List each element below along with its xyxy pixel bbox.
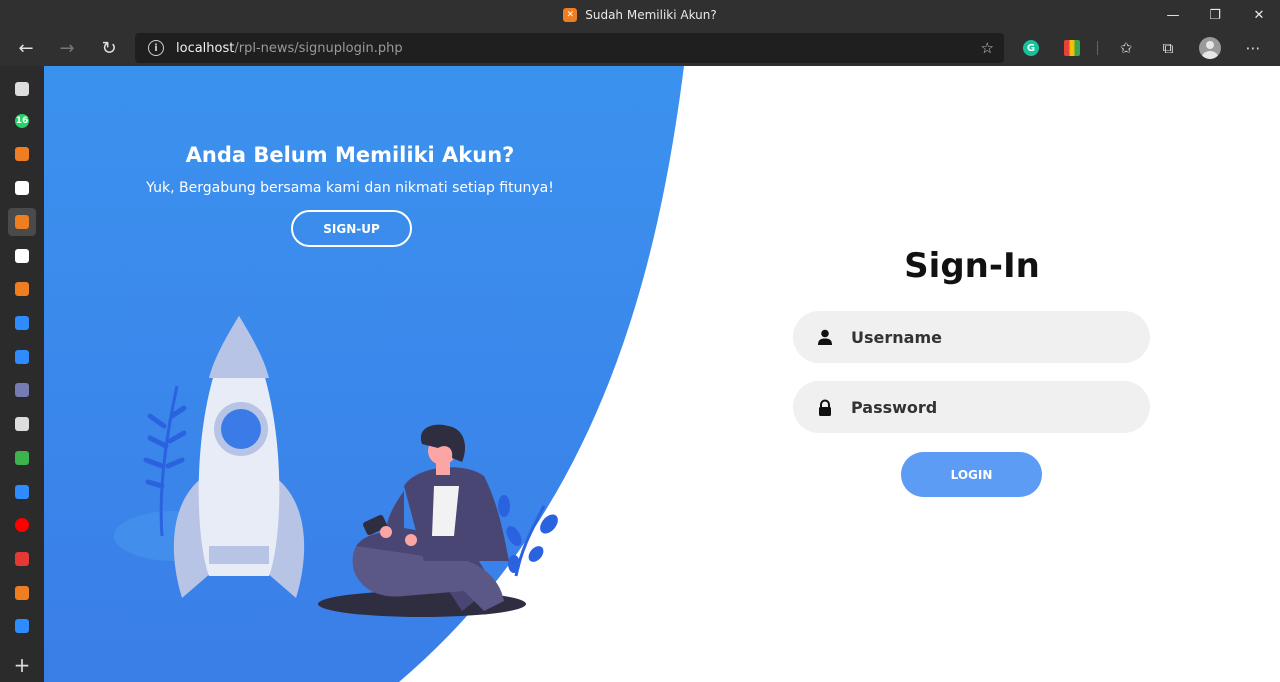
favorites-button[interactable]: ✩ [1114,36,1138,60]
lock-icon [815,399,835,416]
bing-icon [15,619,29,633]
toolbar-divider [1097,41,1098,55]
window-title: ✕ Sudah Memiliki Akun? [0,0,1280,30]
sidebar-item-app-orange-2[interactable] [8,275,36,303]
refresh-button[interactable]: ↻ [94,33,124,63]
add-favorite-icon[interactable]: ☆ [981,39,994,57]
sidebar-item-xampp[interactable] [8,579,36,607]
collections-icon: ⧉ [1162,39,1174,57]
address-bar[interactable]: i localhost/rpl-news/signuplogin.php ☆ [135,33,1004,63]
xampp-icon [15,586,29,600]
browser-toolbar: ← → ↻ i localhost/rpl-news/signuplogin.p… [0,30,1280,66]
extension-icon [1064,40,1080,56]
app-icon-orange-2 [15,282,29,296]
pdf-icon [15,552,29,566]
app-icon-orange [15,147,29,161]
password-field[interactable]: Password [793,381,1150,433]
sidebar-item-bing[interactable] [8,612,36,640]
panel-subtitle: Yuk, Bergabung bersama kami dan nikmati … [146,180,554,196]
bing-icon [15,316,29,330]
close-window-button[interactable]: ✕ [1239,0,1279,30]
username-placeholder: Username [851,327,942,347]
sidebar-item-bing[interactable] [8,478,36,506]
forward-button[interactable]: → [52,33,82,63]
sidebar-item-bing[interactable] [8,343,36,371]
extension-button[interactable] [1060,36,1084,60]
avatar-icon [1199,37,1221,59]
bing-icon [15,350,29,364]
sign-in-title: Sign-In [904,246,1040,286]
sidebar-item-github[interactable] [8,174,36,202]
sidebar-item-youtube[interactable] [8,511,36,539]
user-icon [815,329,835,345]
xampp-icon [15,215,29,229]
favorites-icon: ✩ [1119,39,1133,57]
sidebar-add-button[interactable]: + [8,651,36,679]
w-app-icon [15,451,29,465]
sidebar: 16 + [0,66,44,682]
more-icon: ⋯ [1245,39,1261,57]
sidebar-item-pdf[interactable] [8,545,36,573]
bing-icon [15,485,29,499]
sidebar-item-whatsapp[interactable]: 16 [8,107,36,135]
sidebar-item-document[interactable] [8,410,36,438]
profile-button[interactable] [1198,36,1222,60]
username-field[interactable]: Username [793,311,1150,363]
sidebar-item-w-app[interactable] [8,444,36,472]
grammarly-extension-button[interactable]: G [1019,36,1043,60]
settings-menu-button[interactable]: ⋯ [1241,36,1265,60]
password-placeholder: Password [851,397,938,417]
sidebar-item-bing[interactable] [8,309,36,337]
whatsapp-icon: 16 [15,114,29,128]
title-bar: ✕ Sudah Memiliki Akun? — ❐ ✕ [0,0,1280,30]
document-icon [15,417,29,431]
minimize-button[interactable]: — [1153,0,1193,30]
youtube-icon [15,518,29,532]
url-text: localhost/rpl-news/signuplogin.php [176,40,403,56]
back-button[interactable]: ← [11,33,41,63]
github-icon [15,181,29,195]
restore-button[interactable]: ❐ [1195,0,1235,30]
tab-actions-icon [15,82,29,96]
login-button[interactable]: LOGIN [901,452,1042,497]
grammarly-icon: G [1023,40,1039,56]
page-content: Anda Belum Memiliki Akun? Yuk, Bergabung… [44,66,1280,682]
xampp-icon: ✕ [563,8,578,22]
php-icon [15,383,29,397]
sidebar-item-tab-actions[interactable] [8,75,36,103]
site-info-icon[interactable]: i [148,40,164,56]
sidebar-item-app-orange[interactable] [8,140,36,168]
l-app-icon [15,249,29,263]
window-title-text: Sudah Memiliki Akun? [585,8,717,22]
panel-title: Anda Belum Memiliki Akun? [185,143,515,167]
sidebar-item-php[interactable] [8,376,36,404]
collections-button[interactable]: ⧉ [1156,36,1180,60]
sidebar-item-xampp[interactable] [8,208,36,236]
sign-up-button[interactable]: SIGN-UP [291,210,412,247]
sidebar-item-l-app[interactable] [8,242,36,270]
